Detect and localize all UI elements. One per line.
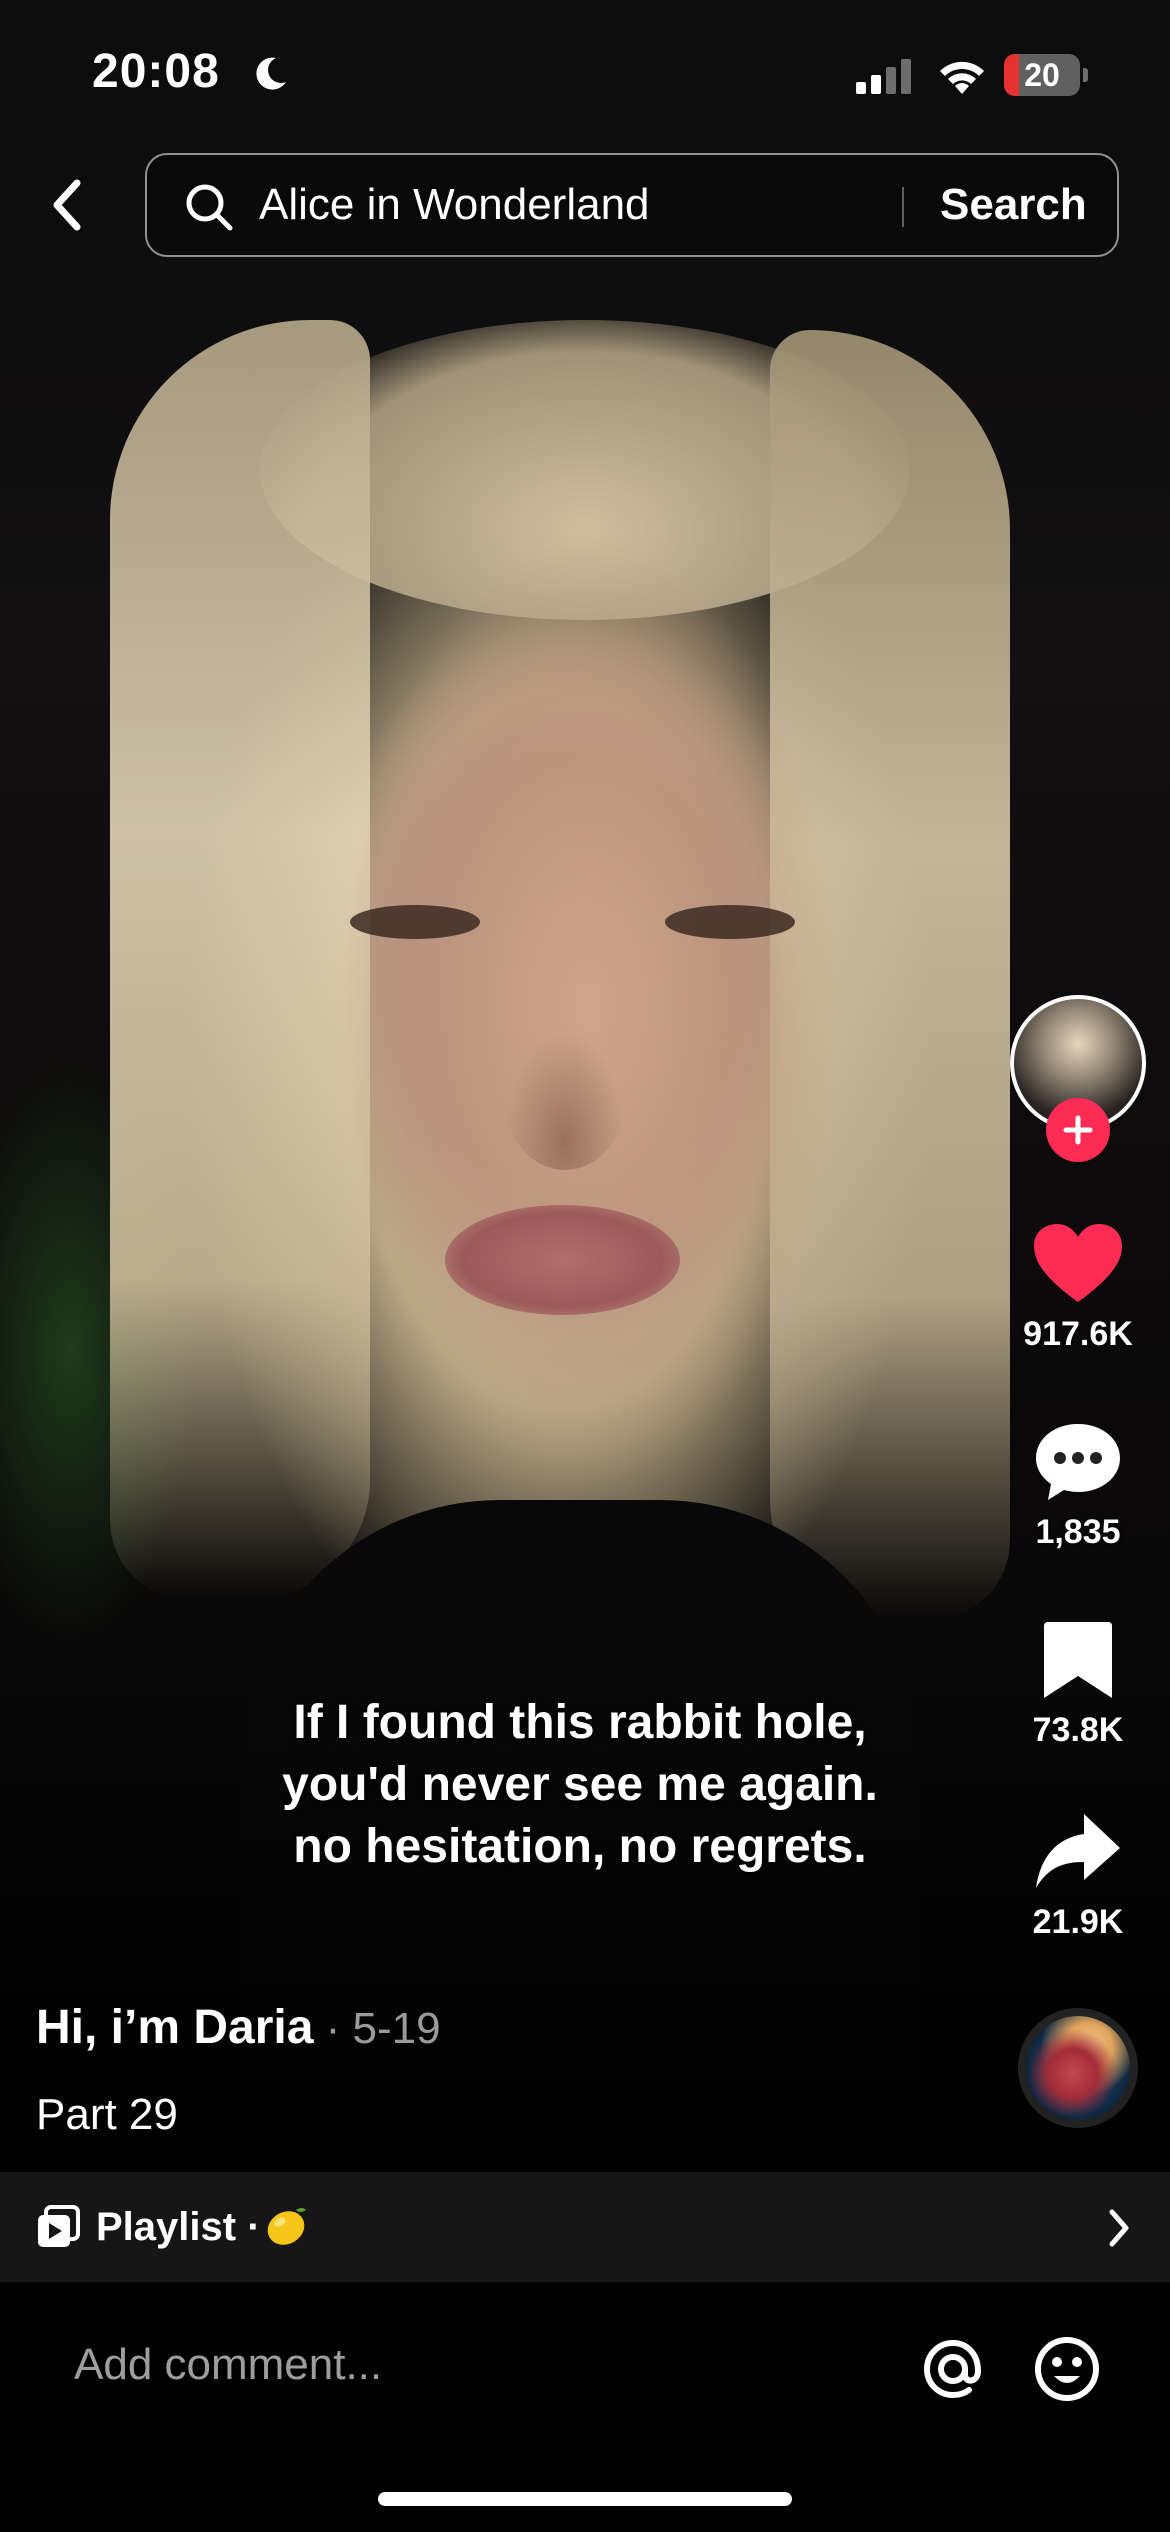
wifi-icon <box>940 61 984 94</box>
back-button[interactable] <box>36 170 96 240</box>
share-button[interactable]: 21.9K <box>998 1810 1158 1942</box>
comment-bar: Add comment... <box>0 2282 1170 2532</box>
video-frame-eye-left <box>350 905 480 939</box>
save-button[interactable]: 73.8K <box>998 1618 1158 1750</box>
video-frame-eye-right <box>665 905 795 939</box>
at-mention-icon[interactable] <box>918 2334 988 2404</box>
search-button[interactable]: Search <box>940 155 1087 255</box>
search-bar[interactable]: Alice in Wonderland Search <box>145 153 1119 257</box>
signal-icon <box>856 59 911 94</box>
video-frame-face <box>330 520 850 1500</box>
like-count: 917.6K <box>1023 1315 1133 1353</box>
playlist-label: Playlist · <box>96 2205 261 2249</box>
comment-count: 1,835 <box>1035 1513 1121 1551</box>
search-icon <box>186 184 233 231</box>
comment-input[interactable]: Add comment... <box>74 2340 382 2390</box>
plus-icon <box>1063 1115 1093 1145</box>
share-count: 21.9K <box>1032 1903 1124 1941</box>
search-divider <box>902 187 904 227</box>
comment-icon <box>1036 1424 1120 1500</box>
battery-level: 20 <box>1024 57 1060 93</box>
playlist-bar[interactable]: Playlist · <box>0 2172 1170 2282</box>
music-disc[interactable] <box>1018 2008 1138 2128</box>
post-description: Part 29 <box>36 2090 178 2139</box>
author-line: Hi, i’m Daria · 5-19 <box>36 2000 441 2055</box>
heart-icon <box>1034 1224 1122 1302</box>
follow-button[interactable] <box>1046 1098 1110 1162</box>
playlist-icon <box>38 2205 80 2247</box>
battery-icon: 20 <box>1004 54 1088 96</box>
emoji-icon[interactable] <box>1032 2334 1102 2404</box>
chevron-right-icon <box>1109 2209 1129 2247</box>
post-date: · 5-19 <box>313 2004 441 2053</box>
save-count: 73.8K <box>1032 1711 1124 1749</box>
search-input[interactable]: Alice in Wonderland <box>259 155 650 255</box>
battery-body: 20 <box>1004 54 1080 96</box>
moon-icon <box>256 57 286 90</box>
like-button[interactable]: 917.6K <box>998 1222 1158 1354</box>
comment-button[interactable]: 1,835 <box>998 1420 1158 1552</box>
status-time: 20:08 <box>92 45 220 98</box>
chevron-left-icon <box>53 179 81 231</box>
video-frame-lips <box>445 1205 680 1315</box>
lemon-icon <box>267 2208 306 2245</box>
home-indicator <box>378 2492 792 2506</box>
battery-cap <box>1083 68 1088 82</box>
video-text-overlay: If I found this rabbit hole, you'd never… <box>282 1696 878 1873</box>
author-name[interactable]: Hi, i’m Daria <box>36 2001 313 2054</box>
video-frame-nose <box>505 1030 625 1170</box>
share-arrow-icon <box>1036 1814 1120 1888</box>
bookmark-icon <box>1044 1622 1112 1698</box>
